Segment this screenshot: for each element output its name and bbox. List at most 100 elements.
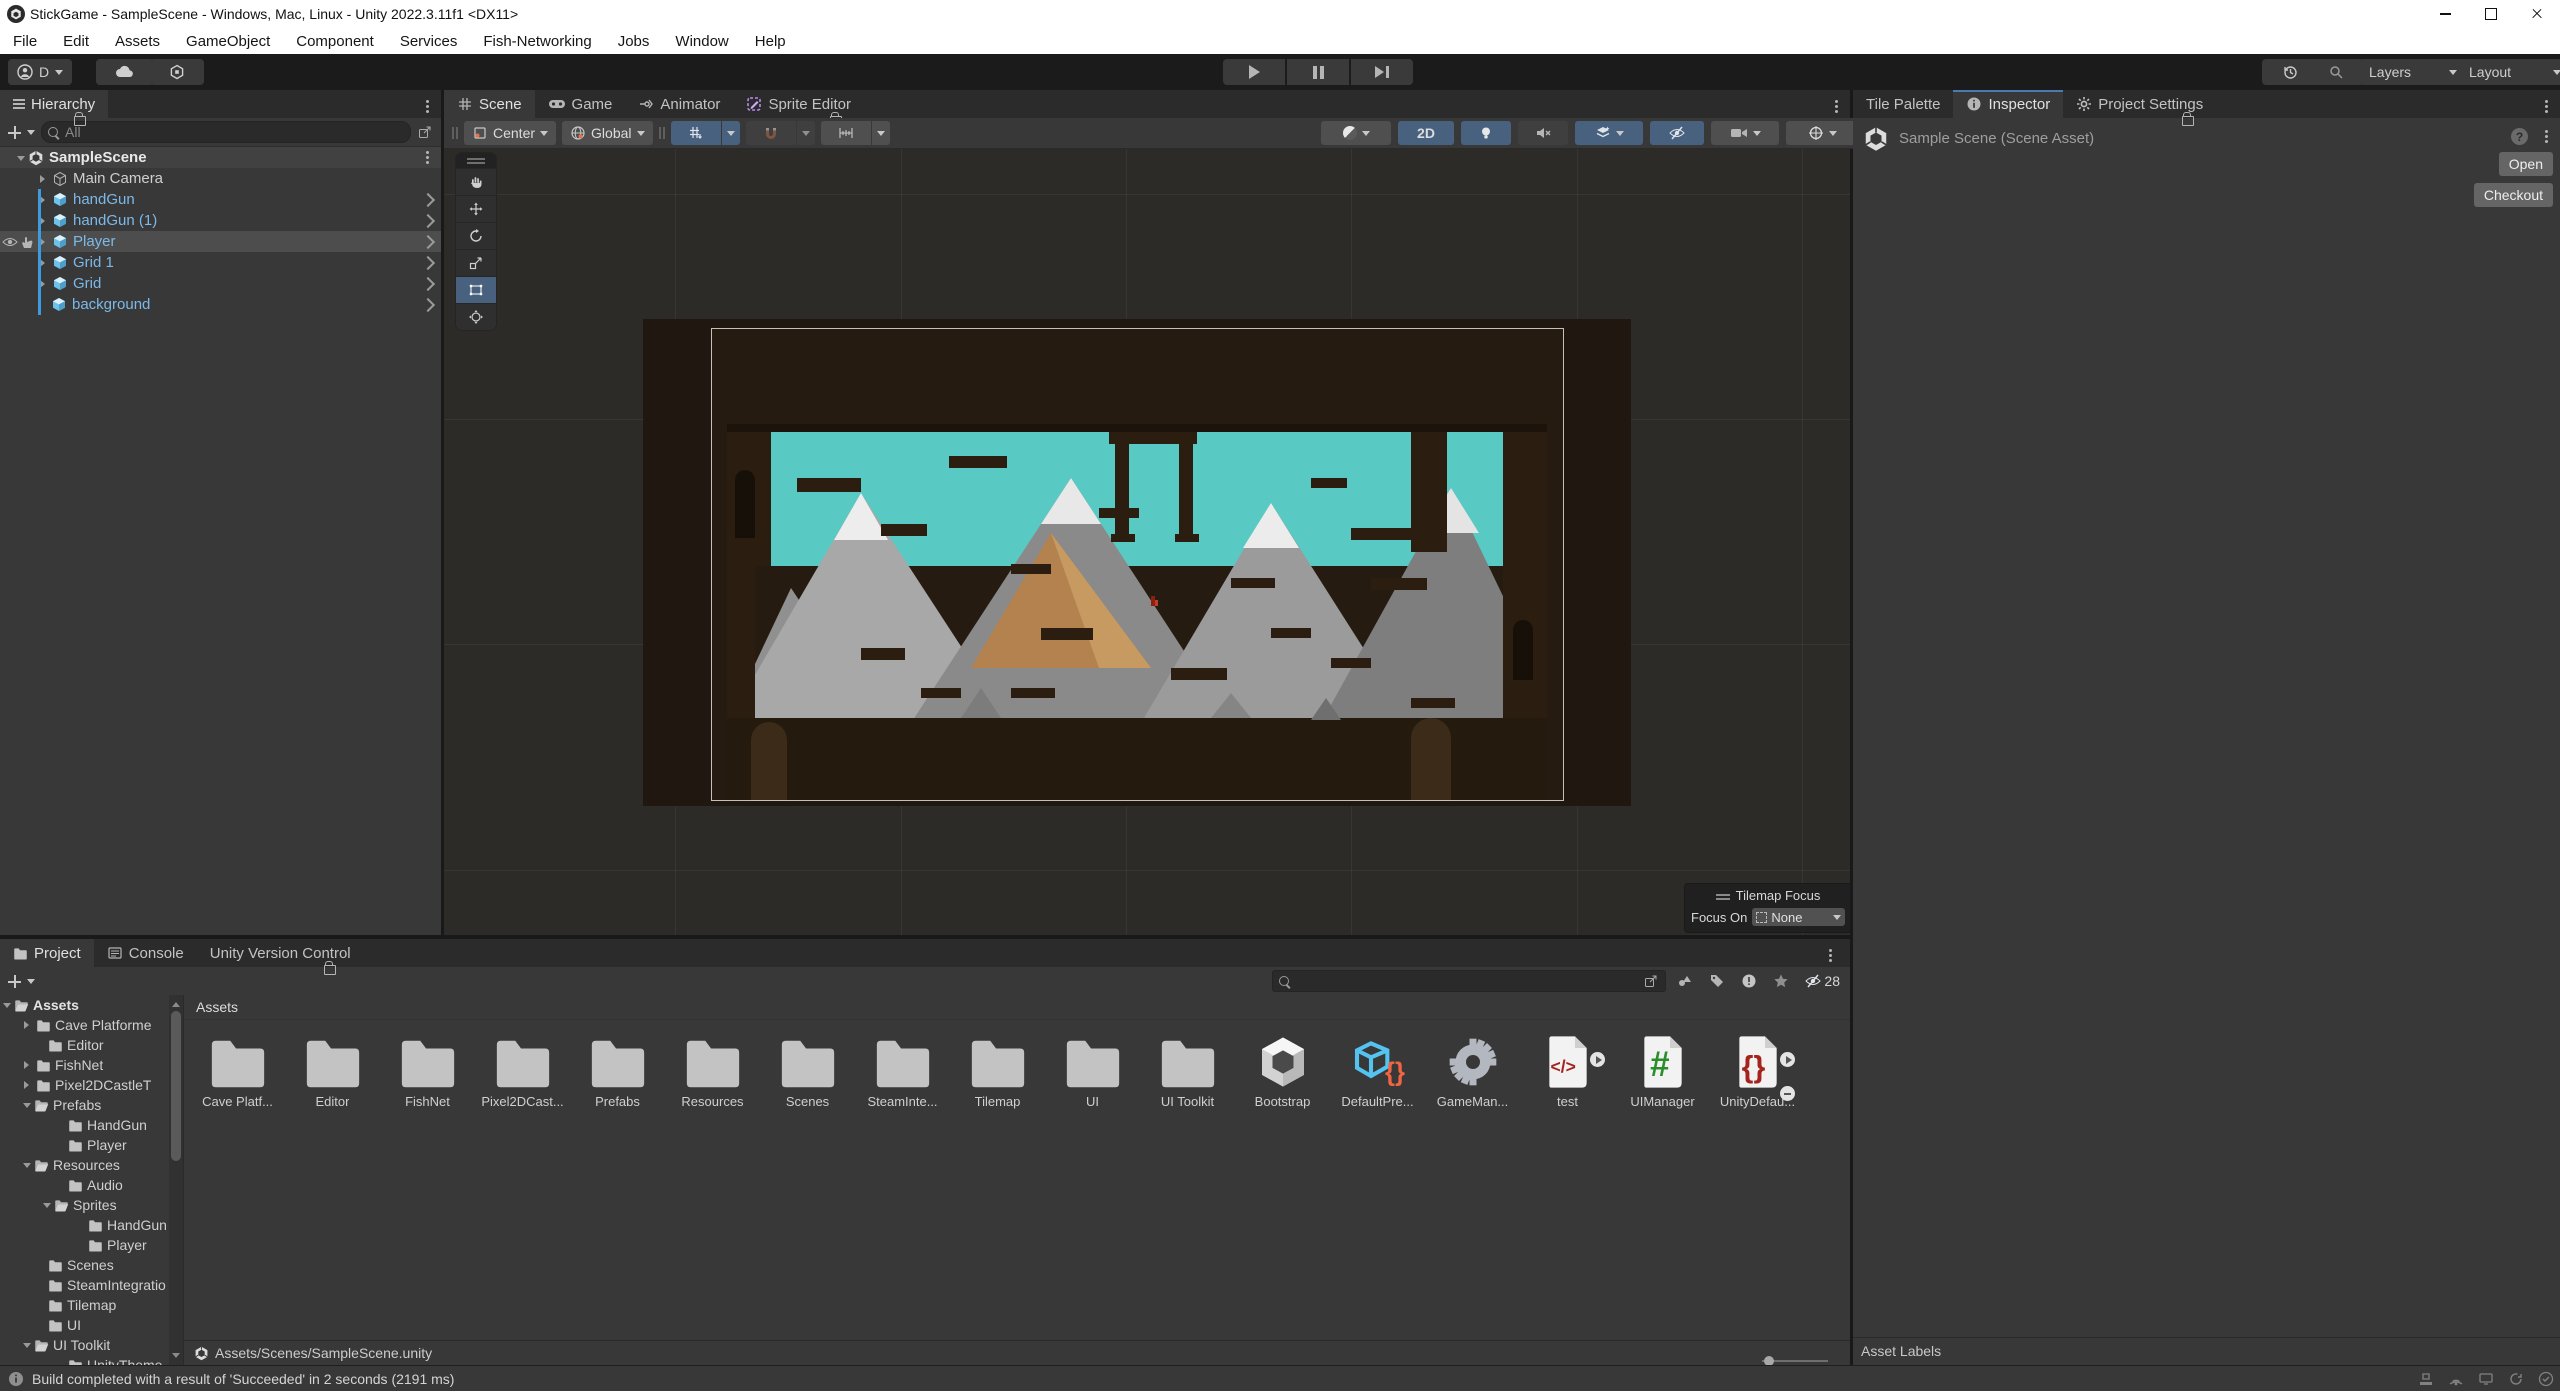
expand-arrow[interactable]: [17, 156, 25, 165]
asset-bootstrap-scene[interactable]: Bootstrap: [1235, 1034, 1330, 1109]
increment-snap-options[interactable]: [872, 121, 890, 145]
tree-item-unitytheme[interactable]: UnityTheme: [0, 1355, 183, 1365]
prefab-chevron-icon[interactable]: [421, 192, 435, 206]
transform-tool-button[interactable]: [456, 303, 496, 330]
open-button[interactable]: Open: [2499, 152, 2553, 176]
gizmos-dropdown[interactable]: [1786, 121, 1858, 145]
scene-lighting-toggle[interactable]: [1461, 121, 1511, 145]
tree-item-sprites-player[interactable]: Player: [0, 1235, 183, 1255]
move-tool-button[interactable]: [456, 195, 496, 222]
scroll-thumb[interactable]: [171, 1011, 181, 1161]
tree-item-ui[interactable]: UI: [0, 1315, 183, 1335]
help-icon[interactable]: ?: [2511, 128, 2528, 145]
tree-item-audio[interactable]: Audio: [0, 1175, 183, 1195]
asset-pixel2dcastle[interactable]: Pixel2DCast...: [475, 1034, 570, 1109]
menu-fish-networking[interactable]: Fish-Networking: [470, 28, 604, 54]
minimize-button[interactable]: [2422, 0, 2468, 28]
draw-mode-dropdown[interactable]: [1321, 121, 1391, 145]
checkout-button[interactable]: Checkout: [2474, 183, 2553, 207]
kebab-menu-icon[interactable]: [1831, 96, 1842, 117]
kebab-menu-icon[interactable]: [1825, 945, 1836, 966]
tree-item-fishnet[interactable]: FishNet: [0, 1055, 183, 1075]
tree-item-prefabs-player[interactable]: Player: [0, 1135, 183, 1155]
expand-arrow[interactable]: [40, 238, 49, 246]
hierarchy-item-handgun-1[interactable]: handGun (1): [0, 210, 441, 231]
picker-icon[interactable]: [417, 124, 433, 140]
hierarchy-item-grid[interactable]: Grid: [0, 273, 441, 294]
scene-audio-toggle[interactable]: [1518, 121, 1568, 145]
scene-canvas[interactable]: Tilemap Focus Focus On None: [444, 149, 1850, 935]
asset-uimanager-script[interactable]: # UIManager: [1615, 1034, 1710, 1109]
lock-icon[interactable]: [74, 116, 86, 126]
overlay-drag-handle[interactable]: [1716, 894, 1730, 896]
hierarchy-item-grid-1[interactable]: Grid 1: [0, 252, 441, 273]
rotate-tool-button[interactable]: [456, 222, 496, 249]
asset-scenes[interactable]: Scenes: [760, 1034, 855, 1109]
increment-snap-toggle[interactable]: [821, 121, 871, 145]
search-everywhere-button[interactable]: [2308, 59, 2364, 85]
hierarchy-item-background[interactable]: background: [0, 294, 441, 315]
snap-options[interactable]: [797, 121, 815, 145]
pickability-icon[interactable]: [19, 234, 35, 250]
hierarchy-search[interactable]: [41, 121, 411, 143]
view-tool-button[interactable]: [456, 168, 496, 195]
2d-mode-toggle[interactable]: 2D: [1398, 121, 1454, 145]
kebab-menu-icon[interactable]: [422, 147, 433, 168]
prefab-chevron-icon[interactable]: [421, 213, 435, 227]
create-asset-button[interactable]: [8, 975, 21, 988]
rect-tool-button[interactable]: [456, 276, 496, 303]
expand-arrow[interactable]: [40, 196, 49, 204]
focus-on-dropdown[interactable]: None: [1752, 908, 1845, 926]
tab-sprite-editor[interactable]: Sprite Editor: [733, 90, 864, 118]
close-button[interactable]: [2514, 0, 2560, 28]
camera-settings-dropdown[interactable]: [1711, 121, 1779, 145]
picker-icon[interactable]: [1643, 973, 1659, 989]
tab-console[interactable]: Console: [94, 939, 197, 967]
menu-window[interactable]: Window: [662, 28, 741, 54]
hidden-objects-toggle[interactable]: [1650, 121, 1704, 145]
account-dropdown[interactable]: D: [8, 59, 72, 85]
tab-project-settings[interactable]: Project Settings: [2063, 90, 2216, 118]
tree-item-resources[interactable]: Resources: [0, 1155, 183, 1175]
asset-test-script[interactable]: </> test: [1520, 1034, 1615, 1109]
hierarchy-item-main-camera[interactable]: Main Camera: [0, 168, 441, 189]
menu-gameobject[interactable]: GameObject: [173, 28, 283, 54]
scroll-up-icon[interactable]: [172, 998, 180, 1007]
version-control-button[interactable]: [150, 59, 204, 85]
orientation-dropdown[interactable]: Global: [562, 121, 652, 145]
asset-editor[interactable]: Editor: [285, 1034, 380, 1109]
expand-arrow[interactable]: [40, 280, 49, 288]
menu-assets[interactable]: Assets: [102, 28, 173, 54]
asset-fishnet[interactable]: FishNet: [380, 1034, 475, 1109]
add-object-button[interactable]: [8, 126, 21, 139]
toolbar-drag-handle[interactable]: [659, 127, 665, 139]
grid-snapping-toggle[interactable]: [671, 121, 721, 145]
tree-item-scenes[interactable]: Scenes: [0, 1255, 183, 1275]
create-dropdown-icon[interactable]: [27, 979, 35, 988]
search-by-type-icon[interactable]: [1677, 973, 1693, 989]
tree-item-cave-platformer[interactable]: Cave Platforme: [0, 1015, 183, 1035]
favorites-star-icon[interactable]: [1773, 973, 1789, 989]
lock-icon[interactable]: [2182, 116, 2194, 126]
tab-animator[interactable]: Animator: [625, 90, 733, 118]
tree-item-sprites[interactable]: Sprites: [0, 1195, 183, 1215]
asset-unity-default-theme[interactable]: {} UnityDefau...: [1710, 1034, 1805, 1109]
hidden-packages-toggle[interactable]: 28: [1805, 973, 1840, 989]
hierarchy-item-player[interactable]: Player: [0, 231, 441, 252]
tasks-check-icon[interactable]: [2538, 1371, 2554, 1387]
maximize-button[interactable]: [2468, 0, 2514, 28]
hierarchy-item-handgun[interactable]: handGun: [0, 189, 441, 210]
kebab-menu-icon[interactable]: [2541, 96, 2552, 117]
play-button[interactable]: [1223, 59, 1285, 85]
tab-hierarchy[interactable]: Hierarchy: [0, 90, 108, 118]
asset-steamintegration[interactable]: SteamInte...: [855, 1034, 950, 1109]
hierarchy-search-input[interactable]: [63, 123, 404, 141]
tab-tile-palette[interactable]: Tile Palette: [1853, 90, 1953, 118]
tree-item-sprites-handgun[interactable]: HandGun: [0, 1215, 183, 1235]
asset-ui-toolkit[interactable]: UI Toolkit: [1140, 1034, 1235, 1109]
prefab-chevron-icon[interactable]: [421, 297, 435, 311]
expand-arrow[interactable]: [40, 217, 49, 225]
tree-item-assets[interactable]: Assets: [0, 995, 183, 1015]
menu-services[interactable]: Services: [387, 28, 471, 54]
scene-root-row[interactable]: SampleScene: [0, 147, 441, 168]
